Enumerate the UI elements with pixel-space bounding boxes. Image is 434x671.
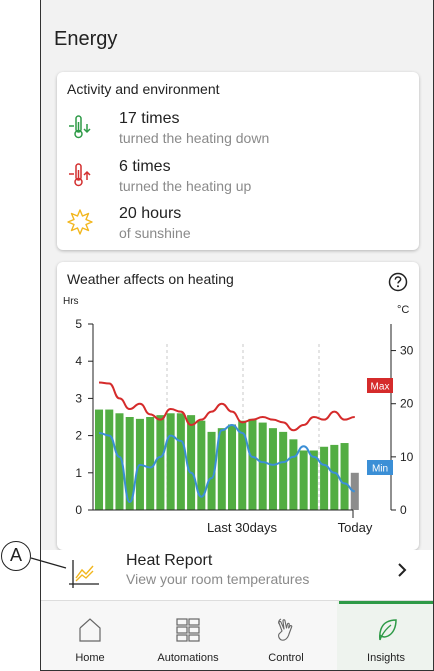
tab-insights[interactable]: Insights (337, 601, 433, 670)
hand-touch-icon (278, 618, 293, 641)
bar-day (340, 443, 349, 510)
bar-day (289, 439, 298, 510)
tab-home-label: Home (75, 652, 105, 664)
y2-tick-label: 20 (400, 397, 414, 411)
bar-day (248, 418, 257, 510)
bar-day (279, 431, 288, 510)
y2-tick-label: 10 (400, 450, 414, 464)
leaf-icon (379, 619, 397, 641)
heat-report-subtitle: View your room temperatures (126, 571, 310, 587)
bar-day (320, 446, 329, 510)
heating-up-count: 6 times (119, 158, 171, 175)
tab-automations-label: Automations (157, 652, 219, 664)
heat-report-title: Heat Report (126, 552, 213, 569)
x-label-today: Today (338, 520, 373, 535)
tab-automations[interactable]: Automations (139, 601, 237, 670)
sunshine-label: of sunshine (119, 225, 191, 241)
bar-day (258, 422, 267, 510)
tab-insights-label: Insights (367, 652, 405, 664)
y2-tick-label: 30 (400, 344, 414, 358)
bar-day (330, 444, 339, 510)
callout-pointer (30, 557, 67, 569)
bar-day (268, 428, 277, 510)
bar-day (187, 415, 196, 510)
bar-day (166, 413, 175, 510)
bar-day (146, 417, 155, 510)
heating-up-label: turned the heating up (119, 178, 252, 194)
bar-day (156, 415, 165, 510)
tab-bar: Home Automations Control Insights (41, 600, 433, 670)
bar-day (176, 413, 185, 510)
x-label-last-30-days: Last 30days (207, 520, 278, 535)
home-icon (79, 618, 101, 642)
max-legend-label: Max (371, 382, 390, 393)
chevron-right-icon[interactable] (395, 560, 409, 580)
bar-day (228, 424, 237, 510)
heating-down-count: 17 times (119, 110, 180, 127)
sunshine-hours: 20 hours (119, 205, 182, 222)
y2-axis-label: °C (397, 304, 409, 316)
tab-control-label: Control (268, 652, 304, 664)
heating-down-label: turned the heating down (119, 130, 270, 146)
tab-control[interactable]: Control (237, 601, 335, 670)
callout-marker-a: A (1, 541, 31, 571)
y2-tick-label: 0 (400, 503, 407, 517)
min-legend-label: Min (372, 464, 388, 475)
tab-home[interactable]: Home (41, 601, 139, 670)
bar-day (299, 450, 308, 510)
grid-icon (176, 618, 200, 642)
